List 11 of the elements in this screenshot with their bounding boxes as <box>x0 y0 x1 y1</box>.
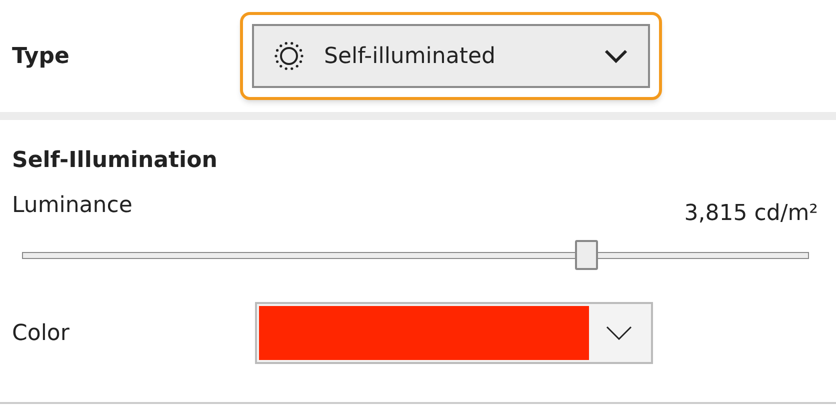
type-label: Type <box>12 42 70 70</box>
chevron-down-icon <box>606 326 632 340</box>
chevron-down-icon <box>604 49 628 63</box>
slider-thumb[interactable] <box>575 240 598 270</box>
section-title: Self-Illumination <box>12 147 218 175</box>
luminance-label: Luminance <box>12 192 132 220</box>
light-icon <box>274 41 304 71</box>
type-dropdown[interactable]: Self-illuminated <box>252 24 650 88</box>
color-label: Color <box>12 320 70 348</box>
luminance-reading: 3,815 cd/m² <box>684 200 818 228</box>
color-picker[interactable] <box>255 302 653 364</box>
